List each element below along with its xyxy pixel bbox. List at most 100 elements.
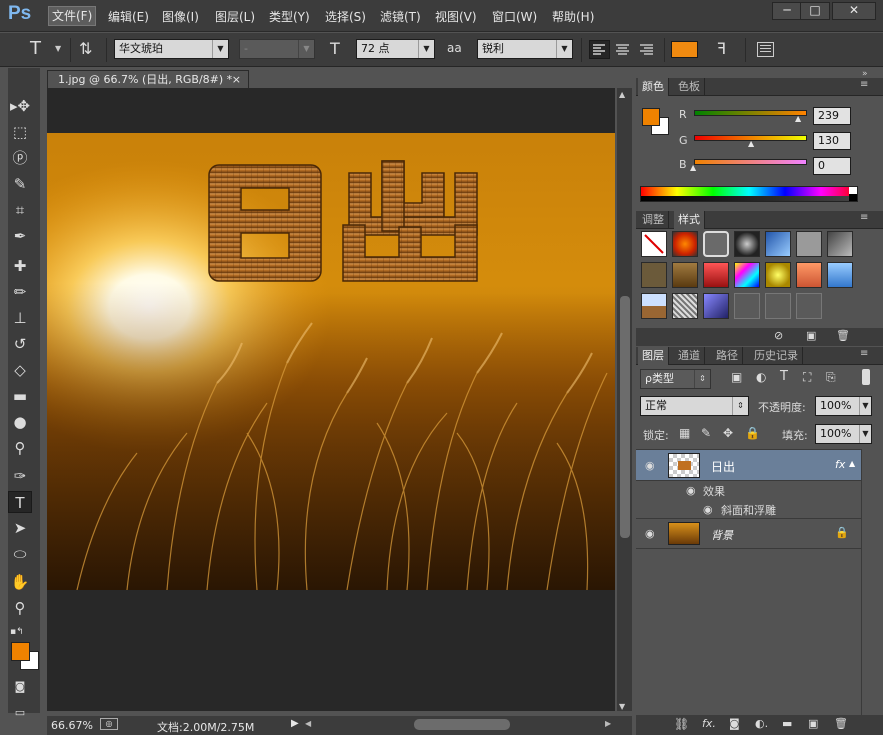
status-proof-icon[interactable]: ◎	[100, 718, 118, 730]
style-11[interactable]	[765, 262, 791, 288]
hand-tool-icon[interactable]: ✋	[8, 571, 32, 593]
align-center-button[interactable]	[613, 41, 633, 60]
collapse-panels-icon[interactable]: »	[862, 69, 868, 79]
antialias-select[interactable]: 锐利 ▼	[477, 39, 573, 59]
style-18[interactable]	[765, 293, 791, 319]
menu-select[interactable]: 选择(S)	[325, 8, 366, 25]
vertical-scroll-thumb[interactable]	[620, 296, 630, 538]
style-6[interactable]	[827, 231, 853, 257]
align-left-button[interactable]	[589, 40, 610, 59]
visibility-eye-icon[interactable]: ◉	[645, 527, 655, 540]
panel-menu-icon[interactable]: ≡	[860, 348, 868, 359]
close-button[interactable]: ✕	[832, 2, 876, 20]
style-2[interactable]	[703, 231, 729, 257]
style-7[interactable]	[641, 262, 667, 288]
g-value-field[interactable]: 130	[813, 132, 851, 150]
scroll-up-icon[interactable]: ▲	[619, 90, 625, 99]
eyedropper-tool-icon[interactable]: ✒	[8, 225, 32, 247]
layer-filter-select[interactable]: ρ类型 ⇕	[640, 369, 711, 389]
blend-mode-select[interactable]: 正常 ⇕	[640, 396, 749, 416]
maximize-button[interactable]: □	[800, 2, 830, 20]
marquee-tool-icon[interactable]: ⬚	[8, 121, 32, 143]
filter-smart-object-icon[interactable]: ⎘	[826, 370, 836, 385]
default-colors-icon[interactable]: ▪↰	[10, 627, 24, 637]
style-17[interactable]	[734, 293, 760, 319]
warp-text-icon[interactable]: ꟻ	[717, 39, 726, 58]
b-slider[interactable]	[694, 159, 807, 165]
r-slider[interactable]	[694, 110, 807, 116]
path-selection-tool-icon[interactable]: ➤	[8, 517, 32, 539]
style-5[interactable]	[796, 231, 822, 257]
eraser-tool-icon[interactable]: ◇	[8, 359, 32, 381]
scroll-down-icon[interactable]: ▼	[619, 702, 625, 711]
menu-edit[interactable]: 编辑(E)	[108, 8, 149, 25]
crop-tool-icon[interactable]: ⌗	[8, 199, 32, 221]
move-tool-icon[interactable]: ▸✥	[8, 95, 32, 117]
tab-layers[interactable]: 图层	[638, 347, 669, 365]
quick-select-tool-icon[interactable]: ✎	[8, 173, 32, 195]
panel-menu-icon[interactable]: ≡	[860, 79, 868, 90]
minimize-button[interactable]: ─	[772, 2, 802, 20]
delete-layer-icon[interactable]: 🗑	[834, 717, 848, 730]
tab-styles[interactable]: 样式	[674, 211, 705, 229]
visibility-eye-icon[interactable]: ◉	[703, 503, 713, 516]
status-menu-arrow-icon[interactable]: ▶	[291, 718, 299, 729]
panel-menu-icon[interactable]: ≡	[860, 212, 868, 223]
layer-row-text[interactable]: ◉ 日出 fx ▲	[636, 449, 861, 481]
fill-field[interactable]: 100% ▼	[815, 424, 872, 444]
menu-type[interactable]: 类型(Y)	[269, 8, 310, 25]
add-layer-style-icon[interactable]: fx.	[702, 717, 716, 730]
visibility-eye-icon[interactable]: ◉	[645, 459, 655, 472]
horizontal-scroll-thumb[interactable]	[414, 719, 510, 730]
filter-adjustment-icon[interactable]: ◐	[756, 370, 766, 384]
tab-color[interactable]: 颜色	[638, 78, 669, 96]
screen-mode-icon[interactable]: ▭	[8, 702, 32, 724]
font-family-select[interactable]: 华文琥珀 ▼	[114, 39, 229, 59]
style-4[interactable]	[765, 231, 791, 257]
zoom-tool-icon[interactable]: ⚲	[8, 597, 32, 619]
link-layers-icon[interactable]: ⛓	[674, 717, 689, 731]
layer-effects-row[interactable]: ◉ 效果	[636, 481, 861, 500]
layer-name[interactable]: 背景	[711, 527, 733, 543]
character-panel-icon[interactable]	[757, 42, 774, 57]
text-orientation-icon[interactable]: ⇅	[79, 39, 92, 58]
menu-layer[interactable]: 图层(L)	[215, 8, 255, 25]
foreground-color-swatch[interactable]	[642, 108, 660, 126]
history-brush-tool-icon[interactable]: ↺	[8, 333, 32, 355]
foreground-color-swatch[interactable]	[11, 642, 30, 661]
filter-pixel-icon[interactable]: ▣	[731, 370, 742, 384]
tab-swatches[interactable]: 色板	[674, 78, 705, 96]
font-size-select[interactable]: 72 点 ▼	[356, 39, 435, 59]
style-9[interactable]	[703, 262, 729, 288]
pen-tool-icon[interactable]: ✑	[8, 465, 32, 487]
filter-toggle-switch[interactable]	[862, 369, 870, 385]
expand-effects-icon[interactable]: ▲	[849, 459, 855, 468]
canvas-image[interactable]	[47, 133, 615, 590]
r-value-field[interactable]: 239	[813, 107, 851, 125]
b-value-field[interactable]: 0	[813, 157, 851, 175]
lasso-tool-icon[interactable]: ⓟ	[8, 147, 32, 169]
style-8[interactable]	[672, 262, 698, 288]
align-right-button[interactable]	[637, 41, 657, 60]
style-1[interactable]	[672, 231, 698, 257]
layer-row-background[interactable]: ◉ 背景 🔒	[636, 519, 861, 549]
tab-adjustments[interactable]: 调整	[638, 211, 669, 229]
blur-tool-icon[interactable]: ●	[8, 411, 32, 433]
close-tab-icon[interactable]: ×	[232, 71, 241, 88]
ellipse-tool-icon[interactable]: ⬭	[8, 543, 32, 565]
b-slider-thumb[interactable]: ▲	[690, 163, 696, 172]
style-16[interactable]	[703, 293, 729, 319]
menu-image[interactable]: 图像(I)	[162, 8, 199, 25]
layer-effects-icon[interactable]: fx	[835, 458, 845, 471]
delete-style-icon[interactable]: 🗑	[836, 329, 850, 342]
document-tab[interactable]: 1.jpg @ 66.7% (日出, RGB/8#) * ×	[47, 70, 249, 88]
font-style-select[interactable]: - ▼	[239, 39, 315, 59]
new-layer-icon[interactable]: ▣	[808, 717, 818, 730]
menu-help[interactable]: 帮助(H)	[552, 8, 594, 25]
scroll-left-icon[interactable]: ◀	[305, 719, 311, 728]
style-12[interactable]	[796, 262, 822, 288]
add-mask-icon[interactable]: ◙	[729, 717, 740, 730]
brush-tool-icon[interactable]: ✏	[8, 281, 32, 303]
style-none[interactable]	[641, 231, 667, 257]
style-19[interactable]	[796, 293, 822, 319]
